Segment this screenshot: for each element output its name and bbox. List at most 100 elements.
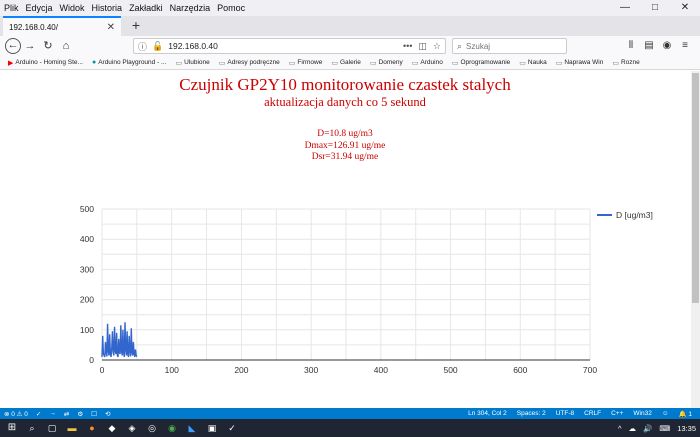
x-tick-label: 500 (443, 365, 457, 375)
info-icon[interactable]: ⓘ (138, 40, 147, 53)
bookmark-folder[interactable]: ▭ Firmowe (289, 59, 323, 67)
insecure-lock-icon[interactable]: 🔓 (152, 41, 163, 52)
y-tick-label: 100 (80, 325, 94, 335)
x-tick-label: 700 (583, 365, 597, 375)
page-actions-icon[interactable]: ••• (403, 41, 412, 51)
account-icon[interactable]: ◉ (658, 38, 676, 54)
forward-icon[interactable]: → (21, 37, 39, 55)
bookmark-folder[interactable]: ▭ Adresy podręczne (219, 59, 280, 67)
tray-overflow-icon[interactable]: ^ (618, 424, 622, 433)
file-explorer-icon[interactable]: ▬ (63, 419, 81, 437)
y-tick-label: 200 (80, 295, 94, 305)
bookmark-folder[interactable]: ▭ Oprogramowanie (452, 59, 510, 67)
folder-icon: ▭ (288, 59, 296, 67)
encoding[interactable]: UTF-8 (556, 410, 574, 417)
problems-indicator[interactable]: ⊗ 0 ⚠ 0 (4, 410, 28, 418)
search-icon[interactable]: ⌕ (23, 419, 41, 437)
windows-start-icon[interactable]: ⊞ (3, 419, 21, 437)
reload-icon[interactable]: ↻ (39, 37, 57, 55)
bookmarks-toolbar: ▶ Arduino - Homing Ste... ● Arduino Playgr… (0, 56, 700, 70)
indentation[interactable]: Spaces: 2 (517, 410, 546, 417)
tab-close-icon[interactable]: ✕ (107, 22, 115, 33)
legend-label: D [ug/m3] (616, 210, 653, 220)
folder-icon: ▭ (218, 59, 226, 67)
home-icon[interactable]: ⌂ (57, 37, 75, 55)
folder-icon: ▭ (519, 59, 526, 67)
board-icon[interactable]: ☐ (91, 410, 97, 418)
bookmark-star-icon[interactable]: ☆ (433, 41, 441, 52)
page-content: Czujnik GP2Y10 monitorowanie czastek sta… (0, 71, 700, 408)
minimize-button[interactable]: — (610, 0, 640, 16)
sync-icon[interactable]: ⟲ (105, 410, 110, 418)
new-tab-button[interactable]: + (128, 16, 144, 36)
bookmark-item[interactable]: ● Arduino Playground - ... (92, 59, 167, 66)
stats-block: D=10.8 ug/m3 Dmax=126.91 ug/me Dsr=31.94… (0, 129, 690, 164)
pocket-icon[interactable]: ◫ (418, 41, 427, 52)
bookmark-folder[interactable]: ▭ Nauka (519, 59, 546, 67)
sidebar-icon[interactable]: ▤ (640, 38, 658, 54)
app-icon[interactable]: ✓ (223, 419, 241, 437)
page-subtitle: aktualizacja danych co 5 sekund (264, 95, 426, 109)
bookmark-folder[interactable]: ▭ Galerie (331, 59, 361, 67)
dust-chart: 0 100 200 300 400 500 0 100 200 300 400 500 600 700 D … (80, 204, 653, 375)
bookmark-folder[interactable]: ▭ Domeny (370, 59, 403, 67)
language-mode[interactable]: C++ (611, 410, 623, 417)
app-icon[interactable]: ▣ (203, 419, 221, 437)
bookmark-folder[interactable]: ▭ Naprawa Win (556, 59, 604, 67)
serial-icon[interactable]: ⇄ (64, 410, 69, 418)
bookmark-folder[interactable]: ▭ Arduino (412, 59, 443, 67)
notifications-icon[interactable]: 🔔 1 (678, 410, 692, 418)
url-bar[interactable]: ⓘ 🔓 192.168.0.40 ••• ◫ ☆ (133, 38, 446, 54)
maximize-button[interactable]: □ (640, 0, 670, 16)
menu-bookmarks[interactable]: Zakładki (129, 3, 163, 13)
menu-tools[interactable]: Narzędzia (170, 3, 211, 13)
feedback-icon[interactable]: ☺ (662, 410, 669, 417)
window-controls: — □ ✕ (610, 0, 700, 16)
menu-view[interactable]: Widok (60, 3, 85, 13)
scrollbar-thumb[interactable] (692, 73, 699, 303)
cursor-position[interactable]: Ln 304, Col 2 (468, 410, 507, 417)
close-window-button[interactable]: ✕ (670, 0, 700, 16)
menu-help[interactable]: Pomoc (217, 3, 245, 13)
app-icon[interactable]: ◈ (123, 419, 141, 437)
chrome-icon[interactable]: ◉ (163, 419, 181, 437)
settings-icon[interactable]: ⚙ (77, 410, 83, 418)
volume-icon[interactable]: 🔊 (643, 424, 652, 433)
menu-icon[interactable]: ≡ (676, 38, 694, 54)
app-icon[interactable]: ◎ (143, 419, 161, 437)
bookmark-item[interactable]: ▶ Arduino - Homing Ste... (8, 59, 83, 67)
url-text[interactable]: 192.168.0.40 (168, 41, 397, 51)
page-scrollbar[interactable] (691, 71, 700, 408)
youtube-icon: ▶ (8, 59, 14, 67)
vscode-icon[interactable]: ◣ (183, 419, 201, 437)
library-icon[interactable]: ⫴ (622, 38, 640, 54)
bookmark-folder[interactable]: ▭ Ulubione (175, 59, 209, 67)
task-view-icon[interactable]: ▢ (43, 419, 61, 437)
keyboard-icon[interactable]: ⌨ (659, 424, 670, 433)
app-icon[interactable]: ◆ (103, 419, 121, 437)
verify-icon[interactable]: ✓ (36, 410, 41, 418)
search-box[interactable]: ⌕ (452, 38, 567, 54)
stat-max: Dmax=126.91 ug/me (304, 140, 386, 151)
folder-icon: ▭ (555, 59, 563, 67)
clock[interactable]: 13:35 (677, 424, 696, 433)
folder-icon: ▭ (175, 59, 183, 67)
upload-icon[interactable]: → (49, 410, 56, 417)
menu-edit[interactable]: Edycja (26, 3, 53, 13)
menu-history[interactable]: Historia (92, 3, 123, 13)
back-icon[interactable]: ← (5, 38, 21, 54)
search-input[interactable] (466, 41, 557, 51)
firefox-icon[interactable]: ● (83, 419, 101, 437)
cloud-icon[interactable]: ☁ (629, 424, 637, 433)
x-tick-label: 300 (304, 365, 318, 375)
line-endings[interactable]: CRLF (584, 410, 601, 417)
bookmark-folder[interactable]: ▭ Rozne (612, 59, 639, 67)
folder-icon: ▭ (451, 59, 459, 67)
page-title: Czujnik GP2Y10 monitorowanie czastek sta… (179, 75, 511, 94)
x-tick-label: 600 (513, 365, 527, 375)
folder-icon: ▭ (612, 59, 619, 67)
system-tray: ^ ☁ 🔊 ⌨ 13:35 (611, 419, 696, 437)
tab-active[interactable]: 192.168.0.40/ ✕ (3, 16, 121, 36)
platform[interactable]: Win32 (633, 410, 651, 417)
menu-file[interactable]: Plik (4, 3, 19, 13)
